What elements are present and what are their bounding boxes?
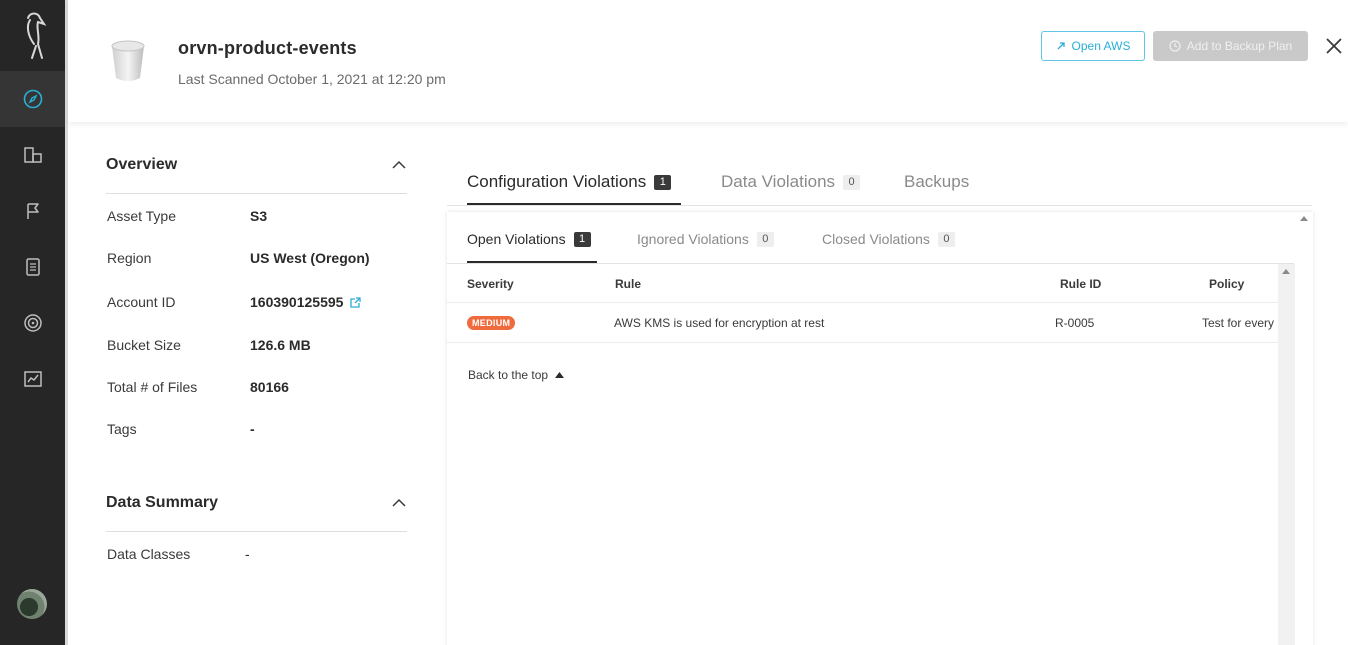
total-files-value: 80166 (250, 379, 289, 395)
sub-tab-ignored-violations[interactable]: Ignored Violations 0 (637, 231, 774, 247)
external-arrow-icon (1057, 42, 1065, 50)
flag-icon (26, 203, 39, 219)
sidebar-item-targets[interactable] (0, 295, 65, 351)
violations-table: Severity Rule Rule ID Policy MEDIUM AWS … (447, 264, 1278, 645)
sidebar-item-analytics[interactable] (0, 351, 65, 407)
sidebar-item-explore[interactable] (0, 71, 65, 127)
closed-violations-count: 0 (937, 231, 955, 247)
data-classes-value: - (245, 546, 250, 562)
inventory-icon (23, 147, 42, 163)
external-link-icon[interactable] (349, 296, 362, 309)
sub-tab-closed-violations[interactable]: Closed Violations 0 (822, 231, 955, 247)
asset-type-value: S3 (250, 208, 268, 224)
sub-tab-open-violations[interactable]: Open Violations 1 (467, 231, 591, 247)
add-to-backup-plan-label: Add to Backup Plan (1186, 39, 1293, 53)
backup-icon (1169, 40, 1181, 52)
header-divider (447, 302, 1278, 303)
tab-data-violations-label: Data Violations (721, 172, 836, 191)
chevron-up-icon[interactable] (391, 157, 407, 173)
compass-icon (23, 89, 42, 109)
tags-label: Tags (107, 421, 137, 437)
caret-up-icon (555, 372, 565, 378)
overview-divider (106, 193, 407, 194)
column-header-severity[interactable]: Severity (467, 277, 514, 291)
tab-backups-label: Backups (904, 172, 970, 191)
asset-title: orvn-product-events (178, 38, 357, 58)
account-id-value: 160390125595 (250, 294, 362, 310)
chevron-up-icon[interactable] (391, 495, 407, 511)
tabs-divider (447, 205, 1312, 206)
document-icon (25, 258, 40, 276)
account-id-text: 160390125595 (250, 294, 344, 310)
outer-scrollbar[interactable] (1295, 212, 1313, 264)
violations-card: Open Violations 1 Ignored Violations 0 C… (447, 212, 1313, 645)
scroll-up-arrow-icon[interactable] (1300, 216, 1308, 221)
app-logo[interactable] (0, 0, 65, 70)
s3-bucket-icon (111, 40, 145, 81)
open-aws-button[interactable]: Open AWS (1041, 31, 1145, 61)
data-classes-label: Data Classes (107, 546, 191, 562)
tab-backups[interactable]: Backups (904, 172, 969, 192)
sidebar-item-reports[interactable] (0, 239, 65, 295)
back-to-top-link[interactable]: Back to the top (468, 368, 565, 382)
open-violations-label: Open Violations (467, 231, 566, 247)
table-scrollbar[interactable] (1278, 264, 1295, 645)
region-label: Region (107, 250, 152, 266)
account-id-label: Account ID (107, 294, 176, 310)
sidebar-item-inventory[interactable] (0, 127, 65, 183)
heron-logo-icon (26, 12, 46, 59)
tab-configuration-violations-label: Configuration Violations (467, 172, 647, 191)
tab-configuration-violations[interactable]: Configuration Violations 1 (467, 172, 672, 192)
user-avatar[interactable] (17, 589, 47, 619)
sidebar-item-violations[interactable] (0, 183, 65, 239)
data-summary-title: Data Summary (106, 494, 219, 511)
tags-value: - (250, 421, 255, 437)
policy-cell: Test for every (1202, 316, 1275, 330)
rule-cell: AWS KMS is used for encryption at rest (614, 316, 825, 330)
asset-header: orvn-product-events Last Scanned October… (68, 0, 1348, 122)
overview-title: Overview (106, 156, 178, 173)
region-value: US West (Oregon) (250, 250, 370, 266)
bucket-size-label: Bucket Size (107, 337, 181, 353)
add-to-backup-plan-button[interactable]: Add to Backup Plan (1153, 31, 1308, 61)
bucket-size-value: 126.6 MB (250, 337, 311, 353)
sidebar (0, 0, 65, 645)
data-violations-count: 0 (843, 174, 861, 190)
total-files-label: Total # of Files (107, 379, 198, 395)
asset-type-label: Asset Type (107, 208, 177, 224)
closed-violations-label: Closed Violations (822, 231, 930, 247)
tab-data-violations[interactable]: Data Violations 0 (721, 172, 861, 192)
ignored-violations-label: Ignored Violations (637, 231, 749, 247)
ignored-violations-count: 0 (756, 231, 774, 247)
close-icon[interactable] (1322, 34, 1346, 58)
chart-icon (23, 371, 42, 387)
open-violations-count: 1 (573, 231, 591, 247)
scroll-up-arrow-icon[interactable] (1282, 269, 1290, 274)
target-icon (23, 314, 42, 332)
column-header-rule-id[interactable]: Rule ID (1060, 277, 1101, 291)
rule-id-cell: R-0005 (1055, 316, 1095, 330)
row-divider (447, 342, 1278, 343)
configuration-violations-count: 1 (654, 174, 672, 190)
back-to-top-label: Back to the top (468, 368, 549, 382)
column-header-policy[interactable]: Policy (1209, 277, 1244, 291)
open-aws-label: Open AWS (1071, 39, 1131, 53)
data-summary-divider (106, 531, 407, 532)
last-scanned-text: Last Scanned October 1, 2021 at 12:20 pm (178, 71, 446, 87)
column-header-rule[interactable]: Rule (615, 277, 641, 291)
severity-badge: MEDIUM (467, 316, 516, 330)
